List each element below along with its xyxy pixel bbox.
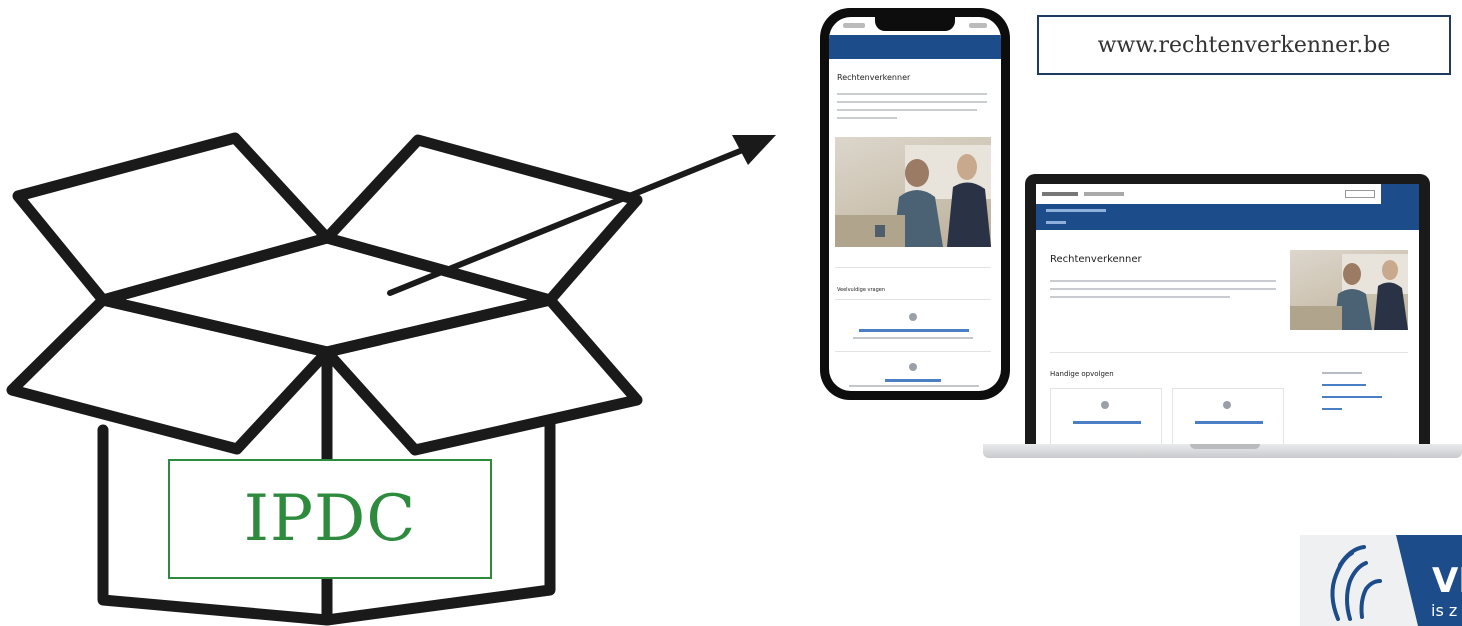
sidebar-link[interactable] bbox=[1322, 396, 1382, 398]
phone-card-link[interactable] bbox=[885, 379, 941, 382]
laptop-text-line bbox=[1050, 280, 1276, 282]
phone-card-icon bbox=[909, 363, 917, 371]
sidebar-heading bbox=[1322, 372, 1362, 374]
topbar-search bbox=[1345, 190, 1375, 198]
laptop-notch bbox=[1190, 444, 1260, 449]
laptop-text-line bbox=[1050, 288, 1276, 290]
laptop-text-line bbox=[1050, 296, 1230, 298]
url-box: www.rechtenverkenner.be bbox=[1037, 15, 1451, 75]
phone-screen: Rechtenverkenner Veelvuldige vragen bbox=[829, 17, 1001, 391]
phone-card-text bbox=[849, 385, 979, 387]
laptop-card[interactable] bbox=[1172, 388, 1284, 444]
laptop-navbar bbox=[1036, 204, 1419, 230]
topbar-login-button bbox=[1381, 184, 1419, 204]
vlaanderen-logo: VL is z bbox=[1300, 535, 1462, 626]
laptop-page-title: Rechtenverkenner bbox=[1050, 254, 1142, 265]
topbar-link bbox=[1084, 192, 1124, 196]
topbar-brand bbox=[1042, 192, 1078, 196]
url-text: www.rechtenverkenner.be bbox=[1097, 32, 1391, 58]
phone-navbar bbox=[829, 35, 1001, 59]
phone-text-line bbox=[837, 109, 977, 111]
sidebar-link[interactable] bbox=[1322, 408, 1342, 410]
laptop-section-title: Handige opvolgen bbox=[1050, 370, 1114, 378]
phone-card-link[interactable] bbox=[859, 329, 969, 332]
card-link[interactable] bbox=[1195, 421, 1263, 424]
phone-mockup: Rechtenverkenner Veelvuldige vragen bbox=[820, 8, 1010, 400]
navbar-breadcrumb bbox=[1046, 221, 1066, 224]
phone-divider bbox=[835, 351, 991, 352]
ipdc-label-text: IPDC bbox=[243, 482, 417, 556]
sidebar-link[interactable] bbox=[1322, 384, 1366, 386]
phone-section-title: Veelvuldige vragen bbox=[837, 287, 885, 293]
laptop-photo bbox=[1290, 250, 1408, 330]
phone-card-text bbox=[853, 337, 973, 339]
battery-icon bbox=[969, 23, 987, 28]
logo-subtext: is z bbox=[1431, 601, 1458, 620]
card-icon bbox=[1223, 401, 1231, 409]
phone-text-line bbox=[837, 93, 987, 95]
phone-photo bbox=[835, 137, 991, 247]
phone-page-title: Rechtenverkenner bbox=[837, 73, 911, 82]
phone-card-icon bbox=[909, 313, 917, 321]
ipdc-label: IPDC bbox=[168, 459, 492, 579]
phone-text-line bbox=[837, 117, 897, 119]
navbar-breadcrumb bbox=[1046, 209, 1106, 212]
phone-notch bbox=[875, 17, 955, 31]
laptop-topbar bbox=[1036, 184, 1419, 205]
phone-text-line bbox=[837, 101, 987, 103]
phone-divider bbox=[835, 299, 991, 300]
laptop-mockup: Rechtenverkenner Handige opvolgen bbox=[1025, 174, 1430, 444]
laptop-divider bbox=[1050, 352, 1408, 353]
status-time bbox=[843, 23, 865, 28]
laptop-screen: Rechtenverkenner Handige opvolgen bbox=[1036, 184, 1419, 444]
laptop-card[interactable] bbox=[1050, 388, 1162, 444]
card-link[interactable] bbox=[1073, 421, 1141, 424]
arrow bbox=[387, 135, 776, 296]
phone-divider bbox=[835, 267, 991, 268]
logo-text: VL bbox=[1432, 561, 1462, 601]
card-icon bbox=[1101, 401, 1109, 409]
